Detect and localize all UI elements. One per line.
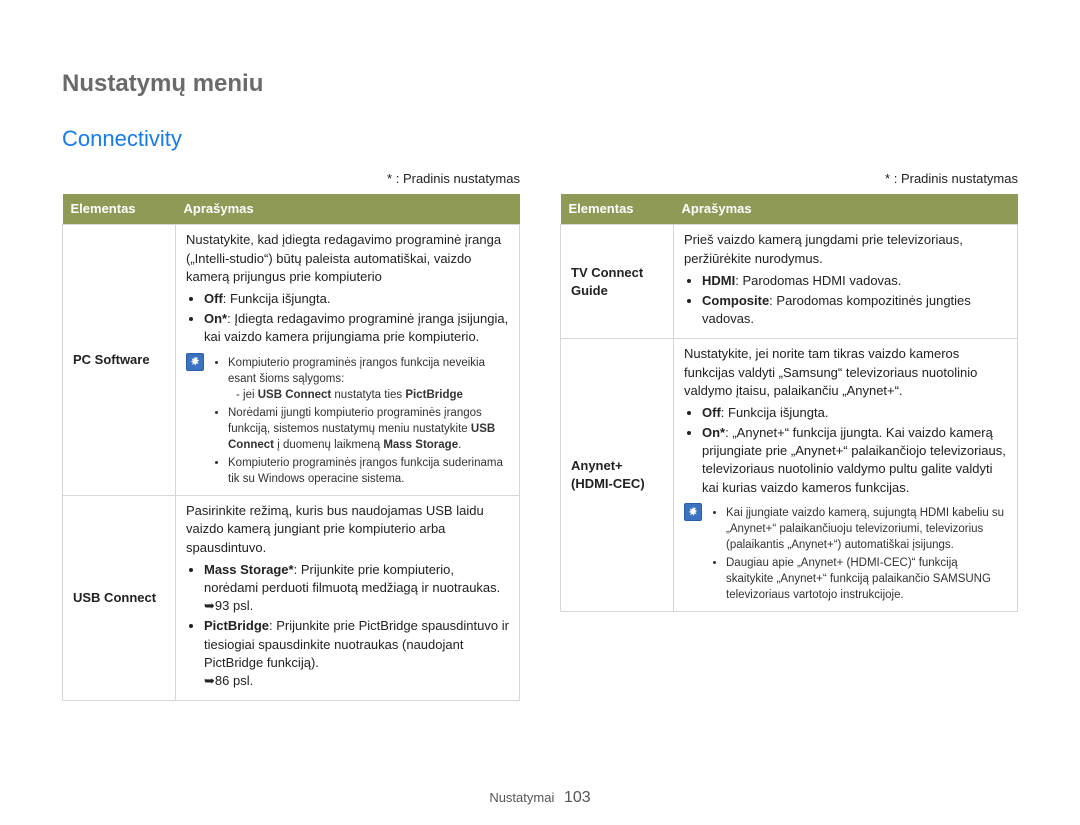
- list-item: Daugiau apie „Anynet+ (HDMI-CEC)“ funkci…: [726, 555, 1007, 603]
- legend-left: * : Pradinis nustatymas: [62, 170, 520, 188]
- footer-label: Nustatymai: [489, 790, 554, 805]
- off-label: Off: [204, 291, 223, 306]
- off-text: : Funkcija išjungta.: [223, 291, 331, 306]
- list-item: Norėdami įjungti kompiuterio programinės…: [228, 405, 509, 453]
- left-column: * : Pradinis nustatymas Elementas Aprašy…: [62, 170, 520, 701]
- list-item: Composite: Parodomas kompozitinės jungti…: [702, 292, 1007, 328]
- comp-label: Composite: [702, 293, 769, 308]
- note-text-post: .: [458, 439, 461, 451]
- ms-label: Mass Storage*: [204, 562, 294, 577]
- table-row: PC Software Nustatykite, kad įdiegta red…: [63, 225, 520, 496]
- note-text-pre: Norėdami įjungti kompiuterio programinės…: [228, 407, 482, 435]
- note-text-mid: į duomenų laikmeną: [274, 439, 383, 451]
- list-item: PictBridge: Prijunkite prie PictBridge s…: [204, 617, 509, 690]
- settings-table-right: Elementas Aprašymas TV Connect Guide Pri…: [560, 194, 1018, 612]
- table-row: TV Connect Guide Prieš vaizdo kamerą jun…: [561, 225, 1018, 339]
- section-title: Connectivity: [62, 126, 1018, 152]
- legend-right: * : Pradinis nustatymas: [560, 170, 1018, 188]
- col-header-description: Aprašymas: [674, 194, 1018, 225]
- hdmi-label: HDMI: [702, 273, 735, 288]
- table-row: Anynet+ (HDMI-CEC) Nustatykite, jei nori…: [561, 339, 1018, 612]
- on-text: : „Anynet+“ funkcija įjungta. Kai vaizdo…: [702, 425, 1006, 495]
- note-b2: Mass Storage: [383, 439, 458, 451]
- list-item: HDMI: Parodomas HDMI vadovas.: [702, 272, 1007, 290]
- col-header-element: Elementas: [63, 194, 176, 225]
- footer-page-number: 103: [564, 789, 591, 806]
- row-usb-connect-desc: Pasirinkite režimą, kuris bus naudojamas…: [176, 496, 520, 701]
- note-body: Kai įjungiate vaizdo kamerą, sujungtą HD…: [710, 503, 1007, 606]
- note-sub-pre: - jei: [236, 389, 258, 401]
- off-label: Off: [702, 405, 721, 420]
- note-sub-mid: nustatyta ties: [331, 389, 405, 401]
- note-text: Kai įjungiate vaizdo kamerą, sujungtą HD…: [726, 507, 1004, 551]
- list-item: Mass Storage*: Prijunkite prie kompiuter…: [204, 561, 509, 616]
- note-text: Kompiuterio programinės įrangos funkcija…: [228, 357, 485, 385]
- on-label: On*: [204, 311, 227, 326]
- pb-ref: ➥86 psl.: [204, 673, 253, 688]
- note-sub-b2: PictBridge: [405, 389, 463, 401]
- note-text: Daugiau apie „Anynet+ (HDMI-CEC)“ funkci…: [726, 557, 991, 601]
- on-text: : Įdiegta redagavimo programinė įranga į…: [204, 311, 508, 344]
- list-item: Kai įjungiate vaizdo kamerą, sujungtą HD…: [726, 505, 1007, 553]
- row-tv-connect-name: TV Connect Guide: [561, 225, 674, 339]
- tv-connect-intro: Prieš vaizdo kamerą jungdami prie televi…: [684, 232, 963, 265]
- pc-software-intro: Nustatykite, kad įdiegta redagavimo prog…: [186, 232, 501, 283]
- settings-table-left: Elementas Aprašymas PC Software Nustatyk…: [62, 194, 520, 701]
- list-item: On*: „Anynet+“ funkcija įjungta. Kai vai…: [702, 424, 1007, 497]
- anynet-intro: Nustatykite, jei norite tam tikras vaizd…: [684, 346, 977, 397]
- row-tv-connect-desc: Prieš vaizdo kamerą jungdami prie televi…: [674, 225, 1018, 339]
- page-footer: Nustatymai 103: [0, 789, 1080, 807]
- note-icon: [684, 503, 702, 521]
- usb-connect-intro: Pasirinkite režimą, kuris bus naudojamas…: [186, 503, 484, 554]
- pb-label: PictBridge: [204, 618, 269, 633]
- hdmi-text: : Parodomas HDMI vadovas.: [735, 273, 901, 288]
- list-item: Off: Funkcija išjungta.: [204, 290, 509, 308]
- right-column: * : Pradinis nustatymas Elementas Aprašy…: [560, 170, 1018, 701]
- row-pc-software-name: PC Software: [63, 225, 176, 496]
- list-item: Kompiuterio programinės įrangos funkcija…: [228, 355, 509, 403]
- row-anynet-name: Anynet+ (HDMI-CEC): [561, 339, 674, 612]
- page-title: Nustatymų meniu: [62, 70, 1018, 98]
- note-sub-b1: USB Connect: [258, 389, 331, 401]
- col-header-element: Elementas: [561, 194, 674, 225]
- note-icon: [186, 353, 204, 371]
- list-item: Off: Funkcija išjungta.: [702, 404, 1007, 422]
- list-item: Kompiuterio programinės įrangos funkcija…: [228, 455, 509, 487]
- col-header-description: Aprašymas: [176, 194, 520, 225]
- row-usb-connect-name: USB Connect: [63, 496, 176, 701]
- note-body: Kompiuterio programinės įrangos funkcija…: [212, 353, 509, 490]
- row-anynet-desc: Nustatykite, jei norite tam tikras vaizd…: [674, 339, 1018, 612]
- row-pc-software-desc: Nustatykite, kad įdiegta redagavimo prog…: [176, 225, 520, 496]
- list-item: On*: Įdiegta redagavimo programinė įrang…: [204, 310, 509, 346]
- table-row: USB Connect Pasirinkite režimą, kuris bu…: [63, 496, 520, 701]
- ms-ref: ➥93 psl.: [204, 598, 253, 613]
- on-label: On*: [702, 425, 725, 440]
- off-text: : Funkcija išjungta.: [721, 405, 829, 420]
- note-text: Kompiuterio programinės įrangos funkcija…: [228, 457, 503, 485]
